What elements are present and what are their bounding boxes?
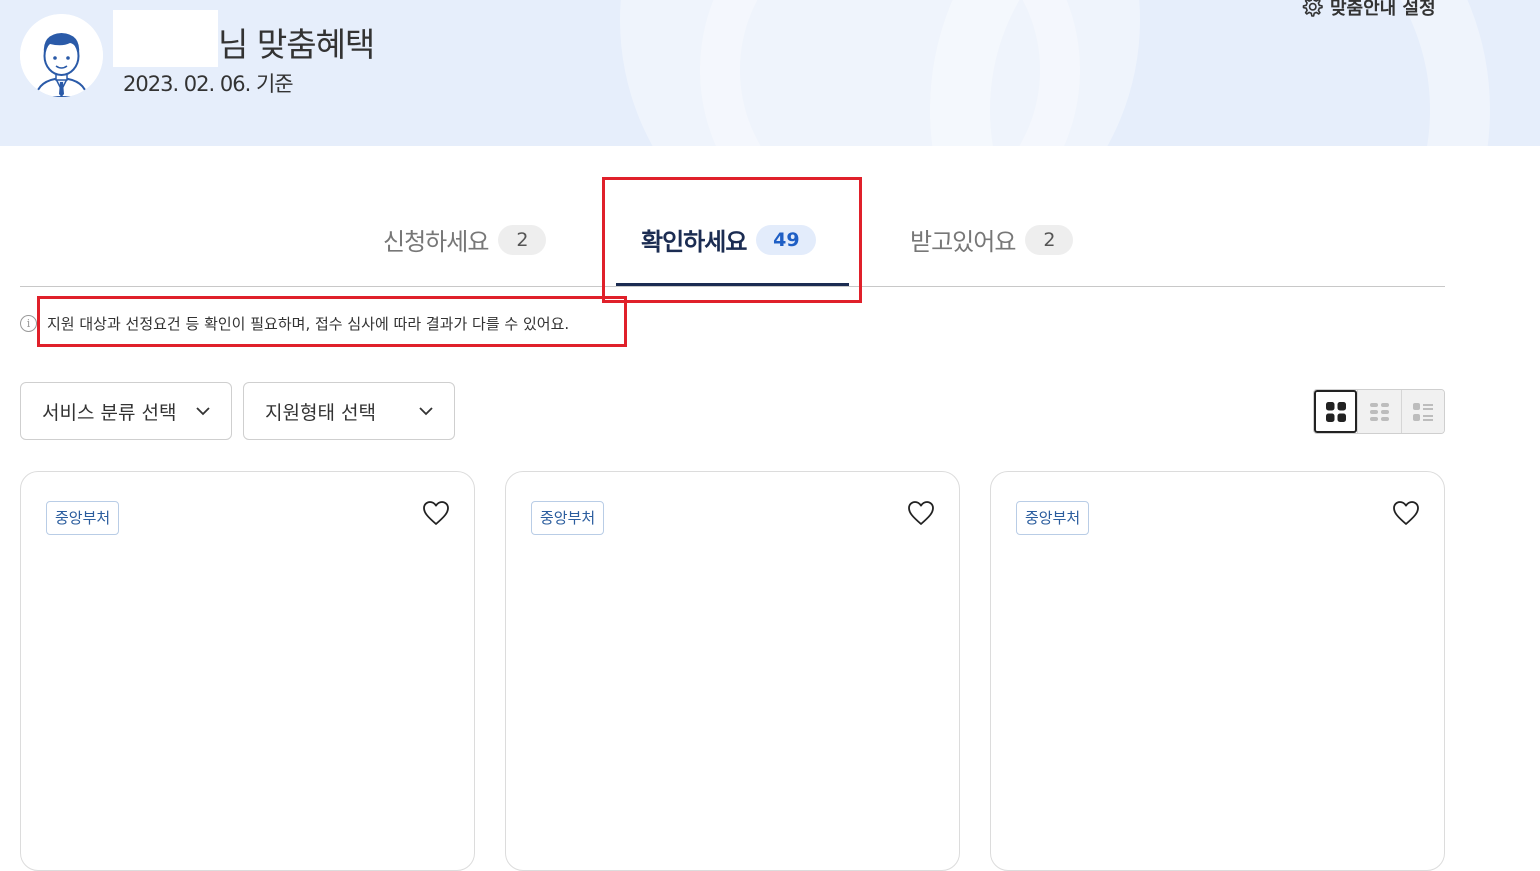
page-title: 님 맞춤혜택 xyxy=(218,25,375,64)
tab-receiving[interactable]: 받고있어요 2 xyxy=(910,222,1074,257)
user-name-mask xyxy=(113,10,218,67)
info-icon: i xyxy=(20,315,37,332)
list-icon xyxy=(1412,402,1433,421)
reference-date: 2023. 02. 06. 기준 xyxy=(123,72,294,96)
avatar xyxy=(20,14,103,97)
gear-icon xyxy=(1302,0,1323,17)
tab-count-badge: 2 xyxy=(498,224,547,255)
select-label: 지원형태 선택 xyxy=(265,401,376,424)
heart-icon[interactable] xyxy=(1392,500,1420,526)
benefit-card[interactable]: 중앙부처 xyxy=(990,471,1445,871)
tab-label: 받고있어요 xyxy=(910,228,1016,256)
notification-settings-button[interactable]: 맞춤안내 설정 xyxy=(1300,0,1436,20)
chevron-down-icon xyxy=(419,407,433,416)
settings-label: 맞춤안내 설정 xyxy=(1330,0,1436,19)
agency-tag: 중앙부처 xyxy=(1016,501,1090,535)
heart-icon[interactable] xyxy=(422,500,450,526)
heart-icon[interactable] xyxy=(907,500,935,526)
tab-apply[interactable]: 신청하세요 2 xyxy=(383,222,547,257)
tab-label: 신청하세요 xyxy=(383,228,489,256)
agency-tag: 중앙부처 xyxy=(46,501,120,535)
view-mode-toggle[interactable] xyxy=(1313,389,1445,434)
select-label: 서비스 분류 선택 xyxy=(42,401,177,424)
benefit-card[interactable]: 중앙부처 xyxy=(20,471,475,871)
header-banner: 님 맞춤혜택 2023. 02. 06. 기준 맞춤안내 설정 xyxy=(0,0,1540,146)
tab-count-badge: 2 xyxy=(1025,224,1074,255)
grid-small-view-button[interactable] xyxy=(1357,390,1401,433)
service-category-select[interactable]: 서비스 분류 선택 xyxy=(20,382,232,440)
benefit-card[interactable]: 중앙부처 xyxy=(505,471,960,871)
list-view-button[interactable] xyxy=(1400,390,1444,433)
banner-decoration xyxy=(930,0,1490,146)
grid-large-view-button[interactable] xyxy=(1314,390,1358,433)
chevron-down-icon xyxy=(196,407,210,416)
grid-small-icon xyxy=(1369,402,1389,421)
highlight-box-tab xyxy=(602,177,862,303)
highlight-box-notice xyxy=(37,296,627,347)
agency-tag: 중앙부처 xyxy=(531,501,605,535)
support-type-select[interactable]: 지원형태 선택 xyxy=(243,382,455,440)
grid-large-icon xyxy=(1325,401,1346,422)
